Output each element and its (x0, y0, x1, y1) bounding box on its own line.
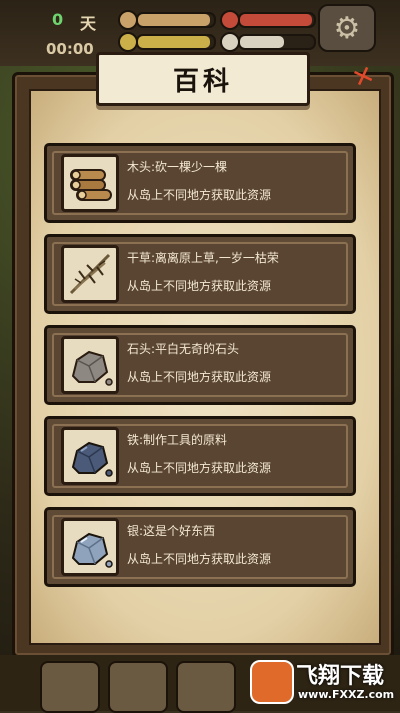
day-counter: 0 天 (8, 8, 108, 33)
list-item-silver[interactable]: 银:这是个好东西 从岛上不同地方获取此资源 (44, 507, 356, 587)
hunger-bar (136, 12, 216, 28)
sanity-bar-fill (240, 36, 285, 48)
watermark-logo (250, 660, 294, 704)
day-label: 天 (80, 14, 97, 33)
health-bar-fill (240, 14, 312, 26)
list-item-wood[interactable]: 木头:砍一棵少一棵 从岛上不同地方获取此资源 (44, 143, 356, 223)
list-item-hay[interactable]: 干草:离离原上草,一岁一枯荣 从岛上不同地方获取此资源 (44, 234, 356, 314)
thirst-icon (118, 32, 138, 52)
item-description: 从岛上不同地方获取此资源 (127, 188, 272, 202)
item-name: 铁:制作工具的原料 (127, 433, 228, 447)
health-bar (238, 12, 316, 28)
thirst-bar-fill (138, 36, 211, 48)
crafting-tab[interactable] (108, 661, 168, 713)
backpack-tab[interactable] (176, 661, 236, 713)
wood-logs-icon (61, 154, 119, 212)
game-clock: 00:00 (46, 40, 94, 58)
map-tab[interactable] (40, 661, 100, 713)
encyclopedia-list: 木头:砍一棵少一棵 从岛上不同地方获取此资源 干草:离离原上草,一岁一枯荣 从岛… (44, 143, 358, 598)
panel-title: 百科 (172, 66, 233, 97)
sanity-bar (238, 34, 316, 50)
watermark-text: 飞翔下载 (296, 664, 385, 689)
watermark: 飞翔下载 www.FXXZ.com (250, 656, 394, 706)
item-description: 从岛上不同地方获取此资源 (127, 370, 272, 384)
item-description: 从岛上不同地方获取此资源 (127, 552, 272, 566)
hunger-icon (118, 10, 138, 30)
list-item-iron[interactable]: 铁:制作工具的原料 从岛上不同地方获取此资源 (44, 416, 356, 496)
gear-icon: ⚙ (333, 10, 361, 46)
stone-icon (61, 336, 119, 394)
day-number: 0 (52, 10, 64, 29)
list-item-stone[interactable]: 石头:平白无奇的石头 从岛上不同地方获取此资源 (44, 325, 356, 405)
item-description: 从岛上不同地方获取此资源 (127, 279, 272, 293)
thirst-bar (136, 34, 216, 50)
item-description: 从岛上不同地方获取此资源 (127, 461, 272, 475)
item-name: 银:这是个好东西 (127, 524, 216, 538)
watermark-url: www.FXXZ.com (298, 688, 395, 701)
hay-icon (61, 245, 119, 303)
health-icon (220, 10, 240, 30)
hunger-bar-fill (138, 14, 211, 26)
panel-title-plate: 百科 (96, 52, 310, 106)
settings-button[interactable]: ⚙ (318, 4, 376, 52)
silver-ore-icon (61, 518, 119, 576)
sanity-icon (220, 32, 240, 52)
item-name: 木头:砍一棵少一棵 (127, 160, 228, 174)
item-name: 干草:离离原上草,一岁一枯荣 (127, 251, 279, 265)
item-name: 石头:平白无奇的石头 (127, 342, 240, 356)
iron-ore-icon (61, 427, 119, 485)
